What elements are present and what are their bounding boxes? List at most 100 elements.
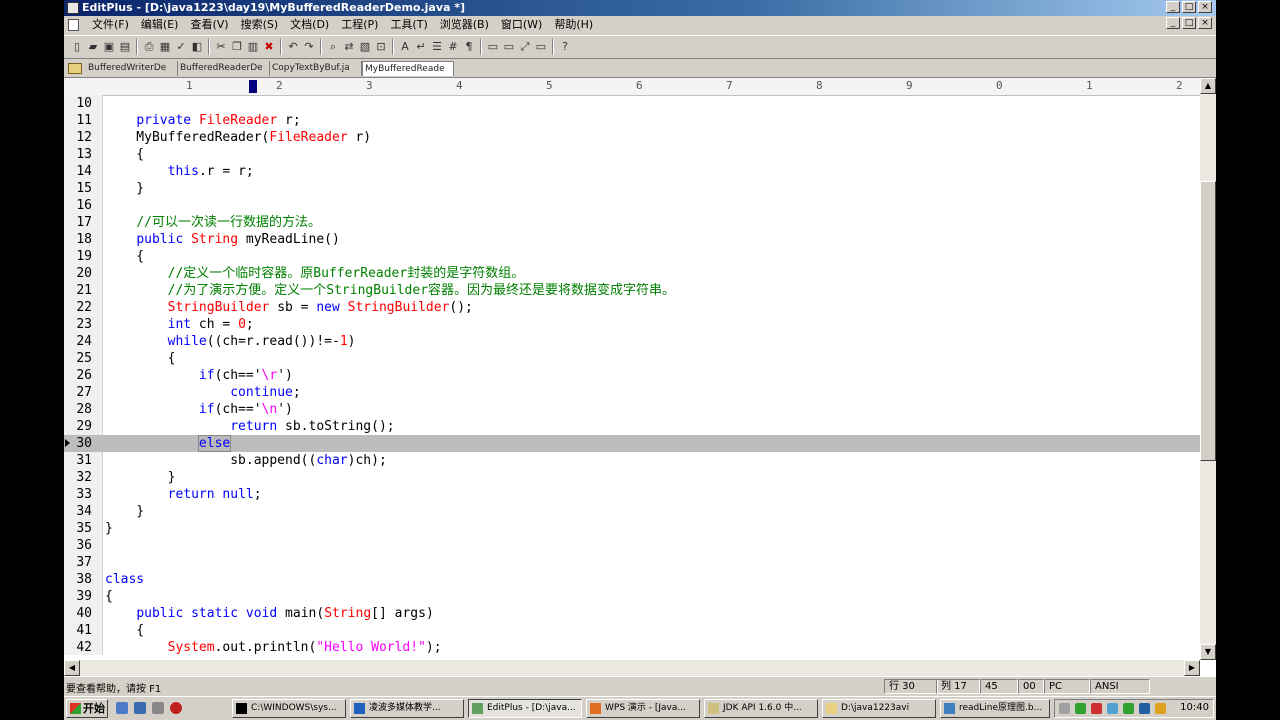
- menu-document[interactable]: 文档(D): [284, 18, 335, 32]
- code-line[interactable]: 27 continue;: [64, 384, 1200, 401]
- menu-help[interactable]: 帮助(H): [548, 18, 599, 32]
- code-line[interactable]: 32 }: [64, 469, 1200, 486]
- output-window-icon[interactable]: ▭: [534, 40, 548, 54]
- code-line[interactable]: 14 this.r = r;: [64, 163, 1200, 180]
- volume-icon[interactable]: [1139, 703, 1150, 714]
- code-line[interactable]: 13 {: [64, 146, 1200, 163]
- task-wps[interactable]: WPS 演示 - [Java...: [586, 699, 700, 718]
- tab-mybufferedreaderdemo[interactable]: MyBufferedReade: [362, 61, 454, 76]
- code-line[interactable]: 17 //可以一次读一行数据的方法。: [64, 214, 1200, 231]
- quicklaunch-icon[interactable]: [152, 702, 164, 714]
- tray-app-icon[interactable]: [1107, 703, 1118, 714]
- code-line[interactable]: 10: [64, 95, 1200, 112]
- save-icon[interactable]: ▣: [102, 40, 116, 54]
- code-line[interactable]: 19 {: [64, 248, 1200, 265]
- code-line[interactable]: 34 }: [64, 503, 1200, 520]
- vertical-scrollbar[interactable]: ▲ ▼: [1200, 78, 1216, 660]
- menu-search[interactable]: 搜索(S): [235, 18, 285, 32]
- title-bar[interactable]: EditPlus - [D:\java1223\day19\MyBuffered…: [64, 0, 1216, 16]
- code-line[interactable]: 12 MyBufferedReader(FileReader r): [64, 129, 1200, 146]
- menu-view[interactable]: 查看(V): [184, 18, 234, 32]
- code-line[interactable]: 38 class: [64, 571, 1200, 588]
- code-line[interactable]: 29 return sb.toString();: [64, 418, 1200, 435]
- current-code-line[interactable]: 30 else: [64, 435, 1200, 452]
- menu-browser[interactable]: 浏览器(B): [434, 18, 495, 32]
- goto-icon[interactable]: ⊡: [374, 40, 388, 54]
- print-preview-icon[interactable]: ▦: [158, 40, 172, 54]
- code-line[interactable]: 15 }: [64, 180, 1200, 197]
- code-line[interactable]: 22 StringBuilder sb = new StringBuilder(…: [64, 299, 1200, 316]
- menu-file[interactable]: 文件(F): [86, 18, 135, 32]
- network-icon[interactable]: [1059, 703, 1070, 714]
- redo-icon[interactable]: ↷: [302, 40, 316, 54]
- antivirus-icon[interactable]: [1091, 703, 1102, 714]
- status-line-ending[interactable]: PC: [1044, 679, 1090, 694]
- horizontal-scrollbar[interactable]: ◀ ▶: [64, 660, 1200, 676]
- task-explorer[interactable]: D:\java1223avi: [822, 699, 936, 718]
- document-icon[interactable]: [68, 19, 79, 31]
- scroll-down-button[interactable]: ▼: [1200, 644, 1216, 660]
- code-line[interactable]: 18 public String myReadLine(): [64, 231, 1200, 248]
- doc-restore-button[interactable]: □: [1182, 17, 1196, 29]
- tray-app-icon[interactable]: [1123, 703, 1134, 714]
- word-wrap-icon[interactable]: ↵: [414, 40, 428, 54]
- code-line[interactable]: 24 while((ch=r.read())!=-1): [64, 333, 1200, 350]
- code-line[interactable]: 23 int ch = 0;: [64, 316, 1200, 333]
- code-line[interactable]: 35}: [64, 520, 1200, 537]
- start-button[interactable]: 开始: [66, 699, 108, 718]
- line-number-icon[interactable]: #: [446, 40, 460, 54]
- editor-area[interactable]: 1 2 3 4 5 6 7 8 9 0 1 2 10 11 private Fil…: [64, 78, 1216, 676]
- editplus-app-icon[interactable]: [67, 2, 79, 14]
- vertical-scroll-thumb[interactable]: [1200, 181, 1216, 461]
- menu-edit[interactable]: 编辑(E): [135, 18, 185, 32]
- code-line[interactable]: 28 if(ch=='\n'): [64, 401, 1200, 418]
- security-icon[interactable]: [1075, 703, 1086, 714]
- folder-icon[interactable]: [68, 63, 82, 74]
- code-line[interactable]: 40 public static void main(String[] args…: [64, 605, 1200, 622]
- code-line[interactable]: 42 System.out.println("Hello World!");: [64, 639, 1200, 655]
- menu-tools[interactable]: 工具(T): [384, 18, 433, 32]
- ruler-icon[interactable]: ☰: [430, 40, 444, 54]
- browser-preview-icon[interactable]: ◧: [190, 40, 204, 54]
- task-jdk-api[interactable]: JDK API 1.6.0 中...: [704, 699, 818, 718]
- scroll-up-button[interactable]: ▲: [1200, 78, 1216, 94]
- close-button[interactable]: ×: [1198, 1, 1212, 13]
- code-line[interactable]: 25 {: [64, 350, 1200, 367]
- new-file-icon[interactable]: ▯: [70, 40, 84, 54]
- show-desktop-icon[interactable]: [116, 702, 128, 714]
- ie-icon[interactable]: [134, 702, 146, 714]
- code-line[interactable]: 20 //定义一个临时容器。原BufferReader封装的是字符数组。: [64, 265, 1200, 282]
- find-icon[interactable]: ⌕: [326, 40, 340, 54]
- tab-bufferedreaderdemo[interactable]: BufferedReaderDe: [178, 61, 270, 76]
- code-line[interactable]: 26 if(ch=='\r'): [64, 367, 1200, 384]
- maximize-button[interactable]: □: [1182, 1, 1196, 13]
- code-line[interactable]: 11 private FileReader r;: [64, 112, 1200, 129]
- delete-icon[interactable]: ✖: [262, 40, 276, 54]
- directory-icon[interactable]: ▭: [502, 40, 516, 54]
- fullscreen-icon[interactable]: ⤢: [518, 40, 532, 54]
- scroll-right-button[interactable]: ▶: [1184, 660, 1200, 676]
- code-view[interactable]: 10 11 private FileReader r; 12 MyBufferedR…: [64, 95, 1200, 655]
- undo-icon[interactable]: ↶: [286, 40, 300, 54]
- cliptext-icon[interactable]: ▭: [486, 40, 500, 54]
- task-lingbo[interactable]: 凌波多媒体教学...: [350, 699, 464, 718]
- print-icon[interactable]: ⎙: [142, 40, 156, 54]
- copy-icon[interactable]: ❐: [230, 40, 244, 54]
- help-icon[interactable]: ?: [558, 40, 572, 54]
- task-readline-diagram[interactable]: readLine原理图.b...: [940, 699, 1050, 718]
- find-in-files-icon[interactable]: ▧: [358, 40, 372, 54]
- code-line[interactable]: 33 return null;: [64, 486, 1200, 503]
- tray-app-icon[interactable]: [1155, 703, 1166, 714]
- spellcheck-icon[interactable]: ✓: [174, 40, 188, 54]
- font-icon[interactable]: A: [398, 40, 412, 54]
- cut-icon[interactable]: ✂: [214, 40, 228, 54]
- code-line[interactable]: 36: [64, 537, 1200, 554]
- clock[interactable]: 10:40: [1180, 702, 1209, 713]
- menu-window[interactable]: 窗口(W): [495, 18, 548, 32]
- tab-bufferedwriterdemo[interactable]: BufferedWriterDe: [86, 61, 178, 76]
- code-line[interactable]: 41 {: [64, 622, 1200, 639]
- tab-copytextbybuf[interactable]: CopyTextByBuf.ja: [270, 61, 362, 76]
- code-line[interactable]: 37: [64, 554, 1200, 571]
- doc-minimize-button[interactable]: _: [1166, 17, 1180, 29]
- code-line[interactable]: 16: [64, 197, 1200, 214]
